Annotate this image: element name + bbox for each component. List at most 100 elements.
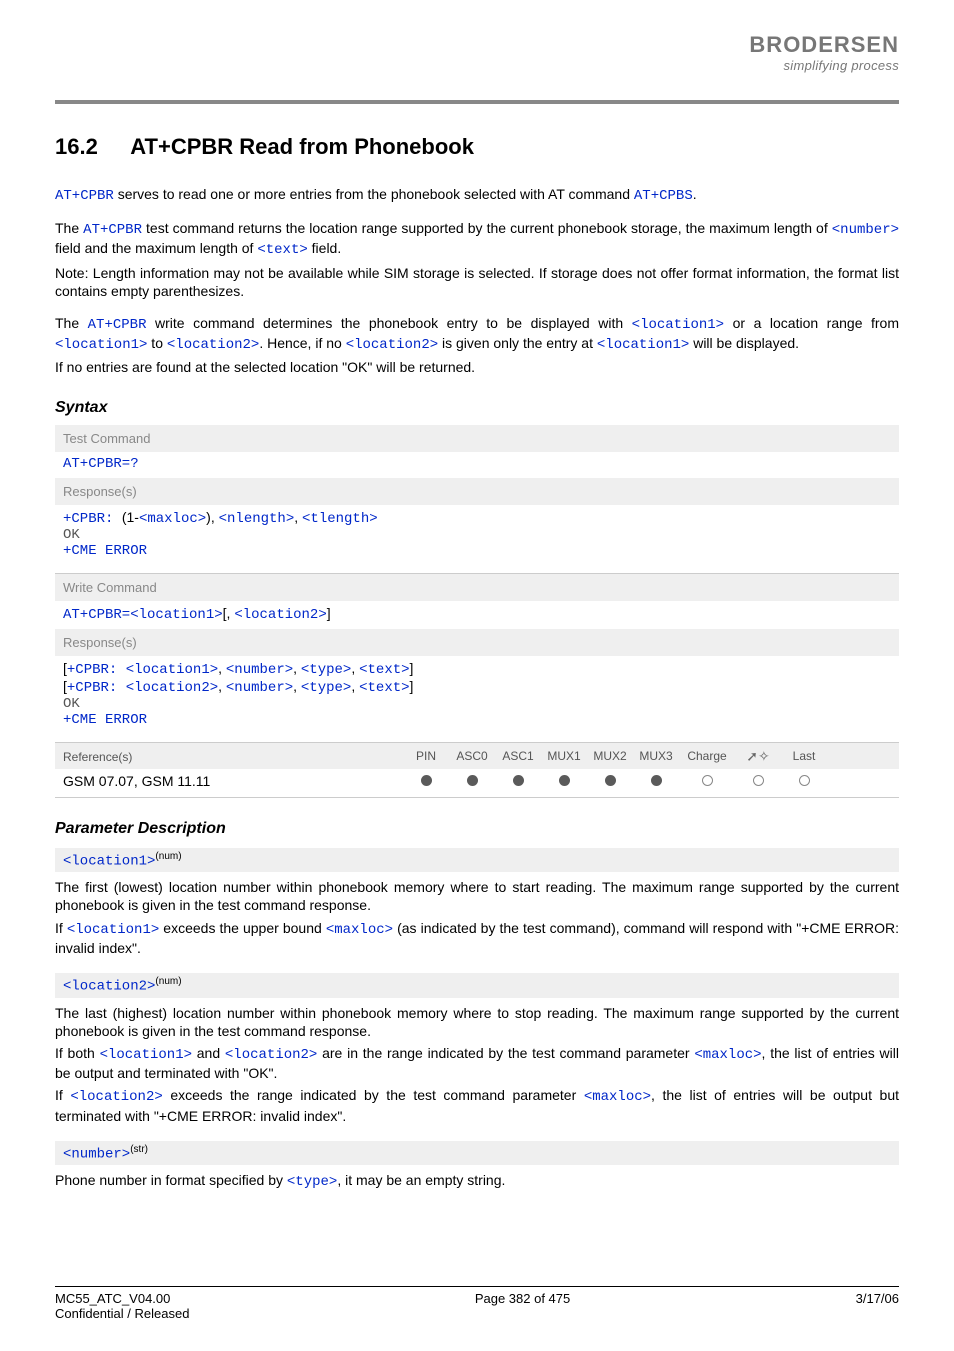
- header-logo: BRODERSEN simplifying process: [749, 32, 899, 73]
- footer-date: 3/17/06: [856, 1291, 899, 1321]
- text: If both: [55, 1045, 100, 1061]
- param-ref: <location2>: [234, 607, 326, 623]
- param-location2-header: <location2>(num): [55, 973, 899, 998]
- col-asc0: ASC0: [449, 749, 495, 766]
- text: ]: [410, 678, 414, 694]
- text: ]: [327, 605, 331, 621]
- dot: [679, 773, 735, 789]
- text: and: [192, 1045, 225, 1061]
- text: (1-: [122, 509, 139, 525]
- alarm-icon: ➚✧: [746, 748, 769, 764]
- param-ref: <nlength>: [219, 511, 295, 527]
- dot: [403, 773, 449, 789]
- param-ref: <type>: [287, 1174, 337, 1190]
- dot-filled-icon: [559, 775, 570, 786]
- dot-open-icon: [753, 775, 764, 786]
- dot-filled-icon: [421, 775, 432, 786]
- text: test command returns the location range …: [142, 220, 832, 236]
- cmd-ref: AT+CPBR: [83, 222, 142, 238]
- cmd-ref: AT+CPBR: [88, 317, 147, 333]
- dot-open-icon: [799, 775, 810, 786]
- intro-para-1: AT+CPBR serves to read one or more entri…: [55, 185, 899, 205]
- param-ref: <number>: [226, 662, 293, 678]
- text: exceeds the upper bound: [159, 920, 326, 936]
- text: If no entries are found at the selected …: [55, 358, 899, 376]
- text: are in the range indicated by the test c…: [317, 1045, 694, 1061]
- param-tag: <location2>: [63, 979, 155, 995]
- text: ,: [218, 678, 226, 694]
- dot-filled-icon: [651, 775, 662, 786]
- param-ref: <maxloc>: [694, 1047, 761, 1063]
- text: The: [55, 315, 88, 331]
- page: BRODERSEN simplifying process 16.2 AT+CP…: [0, 0, 954, 1351]
- text: field and the maximum length of: [55, 240, 257, 256]
- dot-filled-icon: [605, 775, 616, 786]
- test-command: AT+CPBR=?: [55, 452, 899, 478]
- text: +CPBR:: [67, 680, 126, 696]
- param-sup: (num): [155, 851, 181, 862]
- param-ref: <location2>: [346, 337, 438, 353]
- footer-doc-id: MC55_ATC_V04.00: [55, 1291, 189, 1306]
- param-ref: <tlength>: [302, 511, 378, 527]
- intro-para-2: The AT+CPBR test command returns the loc…: [55, 219, 899, 300]
- text: serves to read one or more entries from …: [114, 186, 634, 202]
- param-ref: <location1>: [126, 662, 218, 678]
- text: The: [55, 220, 83, 236]
- ok-line: OK: [63, 527, 891, 543]
- text: or a location range from: [724, 315, 899, 331]
- dot: [495, 773, 541, 789]
- dot: [541, 773, 587, 789]
- logo-tagline: simplifying process: [749, 58, 899, 73]
- param-ref: <location1>: [130, 607, 222, 623]
- dot: [781, 773, 827, 789]
- reference-columns: PIN ASC0 ASC1 MUX1 MUX2 MUX3 Charge ➚✧ L…: [403, 749, 891, 766]
- param-ref: <maxloc>: [326, 922, 393, 938]
- col-last: Last: [781, 749, 827, 766]
- footer-confidential: Confidential / Released: [55, 1306, 189, 1321]
- reference-dots: [403, 773, 891, 789]
- text: ,: [218, 660, 226, 676]
- param-ref: <location2>: [70, 1089, 162, 1105]
- references-value: GSM 07.07, GSM 11.11: [63, 773, 403, 789]
- logo-text: BRODERSEN: [749, 32, 899, 58]
- text: field.: [308, 240, 341, 256]
- dot: [449, 773, 495, 789]
- col-mux1: MUX1: [541, 749, 587, 766]
- text: The first (lowest) location number withi…: [55, 878, 899, 914]
- text: ]: [410, 660, 414, 676]
- footer-page-number: Page 382 of 475: [475, 1291, 570, 1321]
- param-tag: <location1>: [63, 853, 155, 869]
- write-command-block: Write Command AT+CPBR=<location1>[, <loc…: [55, 573, 899, 736]
- test-response: +CPBR: (1-<maxloc>), <nlength>, <tlength…: [55, 505, 899, 567]
- page-footer: MC55_ATC_V04.00 Confidential / Released …: [55, 1286, 899, 1321]
- col-alarm: ➚✧: [735, 749, 781, 766]
- cmd-ref: AT+CPBR: [55, 188, 114, 204]
- text: ,: [351, 660, 359, 676]
- text: Note: Length information may not be avai…: [55, 264, 899, 300]
- text: If: [55, 920, 67, 936]
- error-line: +CME ERROR: [63, 712, 891, 728]
- param-location1-body: The first (lowest) location number withi…: [55, 872, 899, 963]
- param-ref: <type>: [301, 662, 351, 678]
- param-ref: <maxloc>: [139, 511, 206, 527]
- param-sup: (str): [130, 1144, 148, 1155]
- param-location1-header: <location1>(num): [55, 848, 899, 873]
- response-label: Response(s): [55, 629, 899, 656]
- dot: [587, 773, 633, 789]
- param-ref: <location1>: [55, 337, 147, 353]
- write-response: [+CPBR: <location1>, <number>, <type>, <…: [55, 656, 899, 736]
- param-ref: <number>: [226, 680, 293, 696]
- param-ref: <text>: [359, 662, 409, 678]
- write-command: AT+CPBR=<location1>[, <location2>]: [55, 601, 899, 629]
- text: , it may be an empty string.: [337, 1172, 505, 1188]
- param-number-body: Phone number in format specified by <typ…: [55, 1165, 899, 1197]
- dot: [633, 773, 679, 789]
- syntax-heading: Syntax: [55, 399, 899, 417]
- text: exceeds the range indicated by the test …: [163, 1087, 584, 1103]
- section-title: AT+CPBR Read from Phonebook: [130, 134, 474, 159]
- reference-value-row: GSM 07.07, GSM 11.11: [55, 769, 899, 798]
- param-ref: <location2>: [225, 1047, 317, 1063]
- text: to: [147, 335, 166, 351]
- param-ref: <location1>: [632, 317, 724, 333]
- references-label: Reference(s): [63, 750, 403, 764]
